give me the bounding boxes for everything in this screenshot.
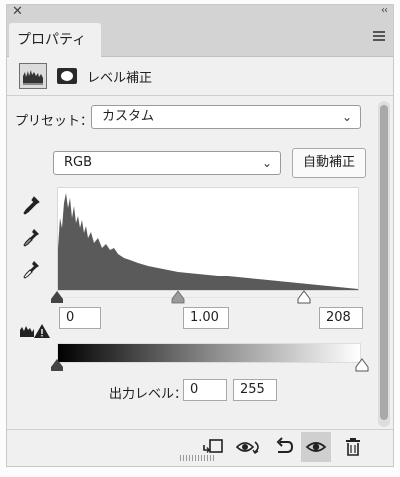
output-white-slider-handle[interactable] bbox=[355, 357, 369, 376]
tab-properties[interactable]: プロパティ bbox=[9, 23, 101, 57]
preset-dropdown[interactable]: カスタム ⌄ bbox=[91, 105, 361, 129]
resize-grip[interactable] bbox=[180, 455, 216, 461]
tab-bar: プロパティ bbox=[7, 21, 393, 57]
highlight-slider-handle[interactable] bbox=[297, 289, 311, 308]
levels-histogram-icon[interactable] bbox=[19, 63, 47, 89]
toggle-visibility-icon[interactable] bbox=[301, 432, 331, 462]
view-previous-state-icon[interactable] bbox=[235, 436, 263, 458]
chevron-down-icon: ⌄ bbox=[341, 110, 352, 124]
panel-titlebar: ✕ ‹‹ bbox=[7, 4, 393, 21]
clipping-warning-icon[interactable] bbox=[19, 323, 53, 339]
collapse-icon[interactable]: ‹‹ bbox=[381, 5, 388, 16]
gray-point-eyedropper-icon[interactable] bbox=[21, 227, 41, 249]
hamburger-icon[interactable] bbox=[373, 31, 385, 43]
output-levels-label: 出力レベル： bbox=[109, 387, 188, 402]
divider bbox=[7, 95, 393, 96]
input-shadow-field[interactable]: 0 bbox=[59, 307, 101, 329]
output-min-field[interactable]: 0 bbox=[183, 379, 227, 401]
close-icon[interactable]: ✕ bbox=[12, 4, 23, 19]
histogram bbox=[57, 187, 359, 291]
input-midtone-field[interactable]: 1.00 bbox=[183, 307, 229, 329]
output-max-field[interactable]: 255 bbox=[233, 379, 277, 401]
reset-icon[interactable] bbox=[272, 436, 296, 458]
midtone-slider-handle[interactable] bbox=[171, 289, 185, 308]
adjustment-label: レベル補正 bbox=[87, 71, 153, 86]
input-highlight-field[interactable]: 208 bbox=[319, 307, 363, 329]
preset-label: プリセット： bbox=[15, 114, 94, 129]
properties-panel: ✕ ‹‹ プロパティ レベル補正 プリセット： カスタム ⌄ RGB ⌄ 自動補… bbox=[6, 4, 394, 467]
channel-value: RGB bbox=[64, 155, 93, 170]
vertical-scrollbar[interactable] bbox=[378, 101, 390, 427]
white-point-eyedropper-icon[interactable] bbox=[21, 259, 41, 281]
layer-mask-icon[interactable] bbox=[53, 63, 81, 89]
preset-value: カスタム bbox=[102, 109, 155, 124]
scrollbar-thumb[interactable] bbox=[380, 105, 388, 420]
chevron-down-icon: ⌄ bbox=[261, 156, 272, 170]
channel-dropdown[interactable]: RGB ⌄ bbox=[53, 151, 281, 175]
output-gradient-bar bbox=[57, 343, 361, 363]
output-black-slider-handle[interactable] bbox=[50, 357, 64, 376]
black-point-eyedropper-icon[interactable] bbox=[21, 195, 41, 217]
shadow-slider-handle[interactable] bbox=[50, 289, 64, 308]
trash-icon[interactable] bbox=[341, 436, 365, 458]
input-slider-track bbox=[57, 297, 359, 298]
auto-button[interactable]: 自動補正 bbox=[292, 148, 366, 178]
